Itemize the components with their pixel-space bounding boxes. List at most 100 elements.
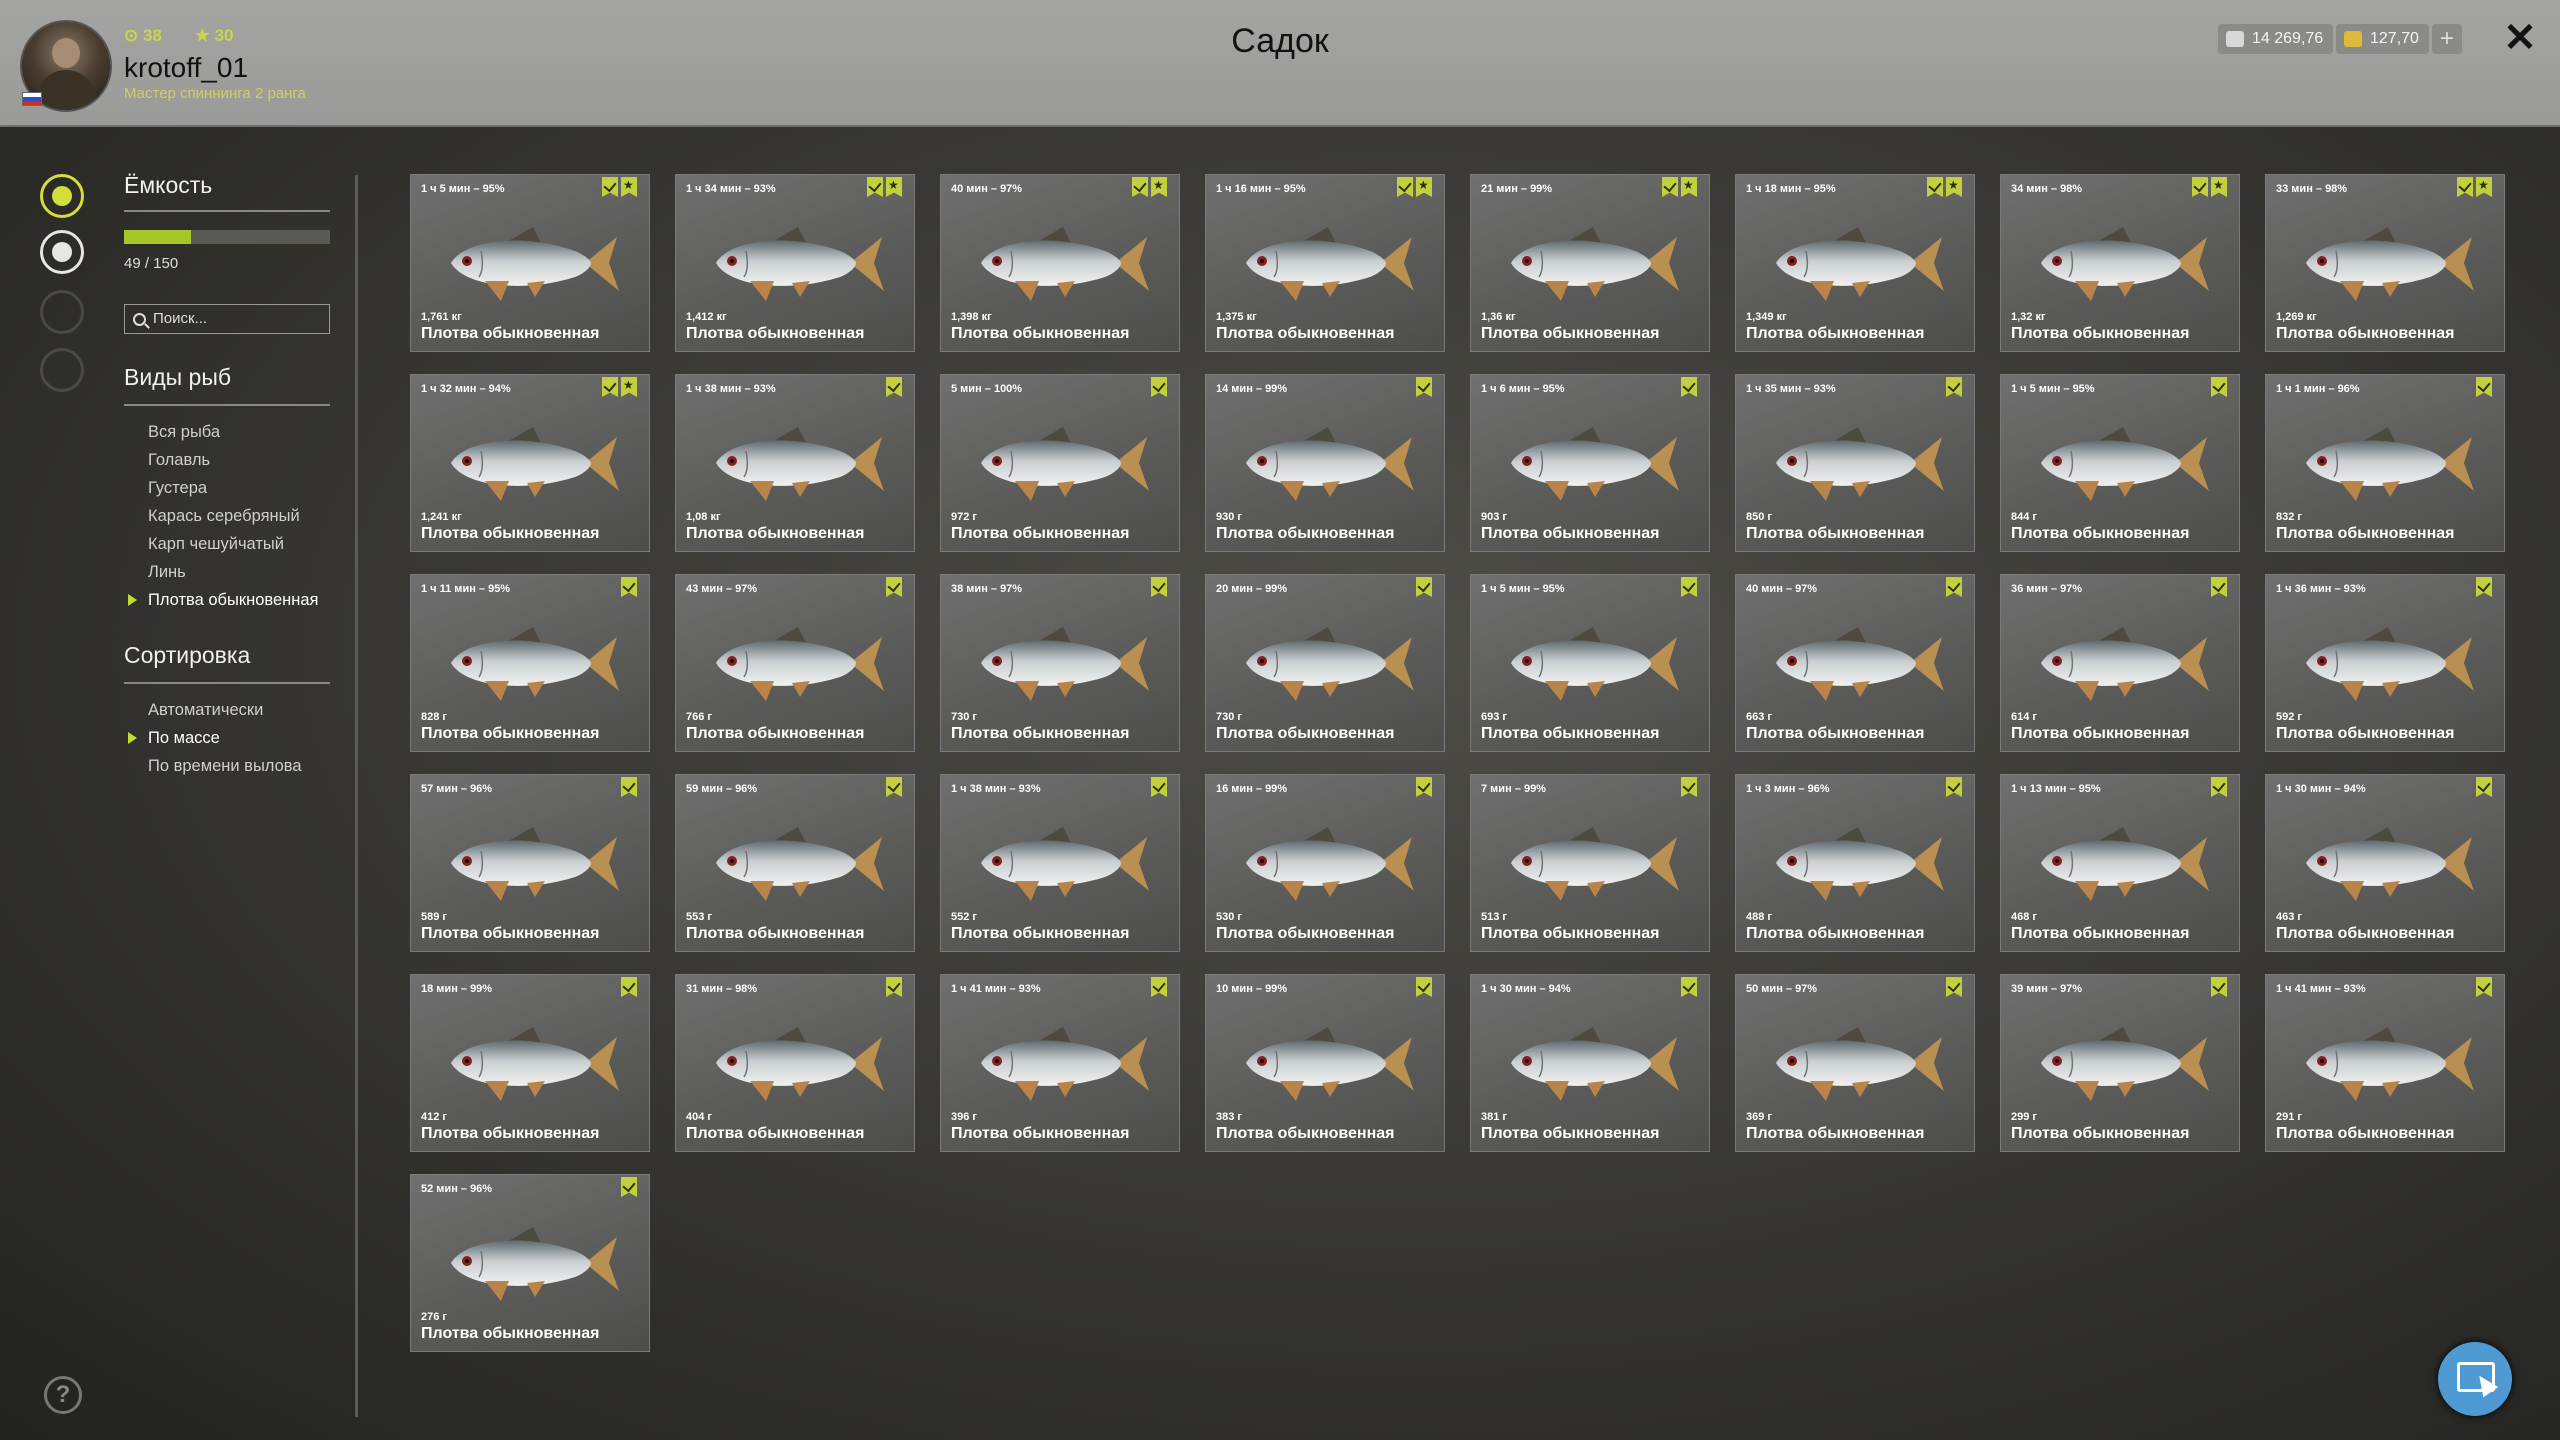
fish-name: Плотва обыкновенная — [951, 325, 1130, 342]
fish-weight: 553 г — [686, 911, 712, 923]
fish-name: Плотва обыкновенная — [2276, 525, 2455, 542]
fish-name: Плотва обыкновенная — [1216, 1125, 1395, 1142]
fish-card[interactable]: 1 ч 18 мин – 95% 1,349 кг Плотва обыкновен… — [1735, 174, 1975, 352]
fish-card[interactable]: 52 мин – 96% 276 г Плотва обыкновенная — [410, 1174, 650, 1352]
fish-card[interactable]: 36 мин – 97% 614 г Плотва обыкновенная — [2000, 574, 2240, 752]
fish-card[interactable]: 39 мин – 97% 299 г Плотва обыкновенная — [2000, 974, 2240, 1152]
fish-card[interactable]: 14 мин – 99% 930 г Плотва обыкновенная — [1205, 374, 1445, 552]
sort-item[interactable]: По массе — [128, 724, 302, 752]
fish-card[interactable]: 1 ч 11 мин – 95% 828 г Плотва обыкновенная — [410, 574, 650, 752]
fish-card[interactable]: 1 ч 1 мин – 96% 832 г Плотва обыкновенная — [2265, 374, 2505, 552]
species-item[interactable]: Густера — [148, 474, 318, 502]
check-badge-icon — [1946, 377, 1962, 397]
fish-card[interactable]: 5 мин – 100% 972 г Плотва обыкновенная — [940, 374, 1180, 552]
roach-fish-icon — [451, 227, 619, 301]
species-item[interactable]: Карась серебряный — [148, 502, 318, 530]
fish-card[interactable]: 31 мин – 98% 404 г Плотва обыкновенная — [675, 974, 915, 1152]
check-badge-icon — [886, 777, 902, 797]
add-currency-button[interactable]: + — [2432, 24, 2462, 54]
fish-card[interactable]: 40 мин – 97% 663 г Плотва обыкновенная — [1735, 574, 1975, 752]
species-item[interactable]: Карп чешуйчатый — [148, 530, 318, 558]
gold-value: 127,70 — [2370, 30, 2419, 47]
roach-fish-icon — [2041, 227, 2209, 301]
fish-card[interactable]: 20 мин – 99% 730 г Плотва обыкновенная — [1205, 574, 1445, 752]
sort-item[interactable]: По времени вылова — [148, 752, 302, 780]
fish-card[interactable]: 1 ч 38 мин – 93% 1,08 кг Плотва обыкновенн… — [675, 374, 915, 552]
check-badge-icon — [1151, 777, 1167, 797]
species-item[interactable]: Вся рыба — [148, 418, 318, 446]
roach-fish-icon — [716, 1027, 884, 1101]
fish-badges — [886, 377, 902, 397]
species-item[interactable]: Голавль — [148, 446, 318, 474]
fish-card[interactable]: 1 ч 5 мин – 95% 1,761 кг Плотва обыкновенн… — [410, 174, 650, 352]
roach-fish-icon — [1776, 227, 1944, 301]
fish-weight: 1,349 кг — [1746, 311, 1787, 323]
check-badge-icon — [2476, 377, 2492, 397]
fish-card[interactable]: 38 мин – 97% 730 г Плотва обыкновенная — [940, 574, 1180, 752]
fish-card[interactable]: 1 ч 35 мин – 93% 850 г Плотва обыкновенная — [1735, 374, 1975, 552]
fish-badges — [1416, 977, 1432, 997]
check-badge-icon — [1416, 777, 1432, 797]
search-input[interactable]: Поиск... — [124, 304, 330, 334]
roach-fish-icon — [1246, 827, 1414, 901]
fish-card[interactable]: 10 мин – 99% 383 г Плотва обыкновенная — [1205, 974, 1445, 1152]
check-badge-icon — [621, 977, 637, 997]
fish-card[interactable]: 1 ч 36 мин – 93% 592 г Плотва обыкновенная — [2265, 574, 2505, 752]
sort-item[interactable]: Автоматически — [148, 696, 302, 724]
fish-weight: 1,398 кг — [951, 311, 992, 323]
fish-card[interactable]: 1 ч 3 мин – 96% 488 г Плотва обыкновенная — [1735, 774, 1975, 952]
fish-weight: 972 г — [951, 511, 977, 523]
home-tab-icon[interactable] — [40, 348, 84, 392]
catch-time: 43 мин – 97% — [686, 583, 758, 595]
fish-card[interactable]: 1 ч 30 мин – 94% 463 г Плотва обыкновенная — [2265, 774, 2505, 952]
species-item[interactable]: Плотва обыкновенная — [127, 586, 318, 614]
fish-card[interactable]: 1 ч 38 мин – 93% 552 г Плотва обыкновенная — [940, 774, 1180, 952]
fish-weight: 381 г — [1481, 1111, 1507, 1123]
fish-name: Плотва обыкновенная — [421, 1125, 600, 1142]
fish-card[interactable]: 33 мин – 98% 1,269 кг Плотва обыкновенная — [2265, 174, 2505, 352]
fish-card[interactable]: 1 ч 41 мин – 93% 291 г Плотва обыкновенная — [2265, 974, 2505, 1152]
fish-card[interactable]: 7 мин – 99% 513 г Плотва обыкновенная — [1470, 774, 1710, 952]
fish-card[interactable]: 21 мин – 99% 1,36 кг Плотва обыкновенная — [1470, 174, 1710, 352]
fish-card[interactable]: 34 мин – 98% 1,32 кг Плотва обыкновенная — [2000, 174, 2240, 352]
fish-card[interactable]: 50 мин – 97% 369 г Плотва обыкновенная — [1735, 974, 1975, 1152]
fish-card[interactable]: 1 ч 16 мин – 95% 1,375 кг Плотва обыкновен… — [1205, 174, 1445, 352]
fish-name: Плотва обыкновенная — [951, 1125, 1130, 1142]
fish-weight: 369 г — [1746, 1111, 1772, 1123]
roach-fish-icon — [1511, 827, 1679, 901]
fish-card[interactable]: 18 мин – 99% 412 г Плотва обыкновенная — [410, 974, 650, 1152]
fish-card[interactable]: 1 ч 13 мин – 95% 468 г Плотва обыкновенная — [2000, 774, 2240, 952]
check-badge-icon — [1681, 377, 1697, 397]
fish-card[interactable]: 57 мин – 96% 589 г Плотва обыкновенная — [410, 774, 650, 952]
fish-card[interactable]: 1 ч 5 мин – 95% 844 г Плотва обыкновенная — [2000, 374, 2240, 552]
fish-card[interactable]: 16 мин – 99% 530 г Плотва обыкновенная — [1205, 774, 1445, 952]
roach-fish-icon — [451, 627, 619, 701]
fish-keepnet-tab-icon[interactable] — [40, 174, 84, 218]
fish-card[interactable]: 59 мин – 96% 553 г Плотва обыкновенная — [675, 774, 915, 952]
cursor-mode-button[interactable] — [2438, 1342, 2512, 1416]
fish-card[interactable]: 1 ч 30 мин – 94% 381 г Плотва обыкновенная — [1470, 974, 1710, 1152]
trophy-tab-icon[interactable] — [40, 230, 84, 274]
fish-card[interactable]: 43 мин – 97% 766 г Плотва обыкновенная — [675, 574, 915, 752]
fish-badges — [1946, 577, 1962, 597]
fish-card[interactable]: 1 ч 41 мин – 93% 396 г Плотва обыкновенная — [940, 974, 1180, 1152]
fish-weight: 513 г — [1481, 911, 1507, 923]
catch-time: 1 ч 18 мин – 95% — [1746, 183, 1836, 195]
fish-card[interactable]: 40 мин – 97% 1,398 кг Плотва обыкновенная — [940, 174, 1180, 352]
fish-card[interactable]: 1 ч 5 мин – 95% 693 г Плотва обыкновенная — [1470, 574, 1710, 752]
fish-name: Плотва обыкновенная — [2276, 1125, 2455, 1142]
fish-badges — [602, 177, 637, 197]
close-button[interactable]: ✕ — [2500, 18, 2540, 58]
fish-image — [2300, 821, 2476, 905]
help-icon[interactable]: ? — [44, 1376, 82, 1414]
fish-card[interactable]: 1 ч 34 мин – 93% 1,412 кг Плотва обыкновен… — [675, 174, 915, 352]
divider — [124, 210, 330, 212]
species-item[interactable]: Линь — [148, 558, 318, 586]
fish-badges — [886, 777, 902, 797]
campfire-tab-icon[interactable] — [40, 290, 84, 334]
fish-card[interactable]: 1 ч 6 мин – 95% 903 г Плотва обыкновенная — [1470, 374, 1710, 552]
fish-badges — [1132, 177, 1167, 197]
fish-card[interactable]: 1 ч 32 мин – 94% 1,241 кг Плотва обыкновен… — [410, 374, 650, 552]
check-badge-icon — [1681, 777, 1697, 797]
fish-image — [1770, 1021, 1946, 1105]
